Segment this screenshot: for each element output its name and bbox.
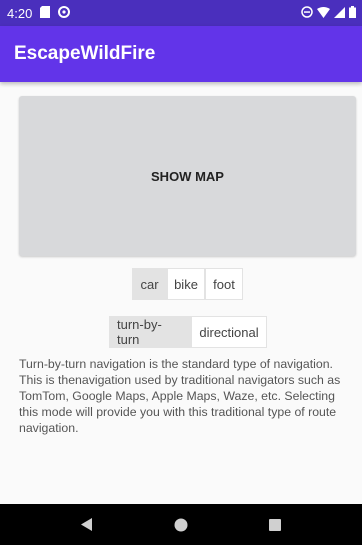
back-icon — [81, 518, 92, 531]
app-title: EscapeWildFire — [14, 43, 156, 64]
navigation-type-toggle: turn-by-turn directional — [109, 316, 267, 348]
do-not-disturb-icon — [301, 5, 313, 21]
battery-icon — [349, 5, 356, 21]
recents-icon — [269, 518, 281, 531]
status-bar: 4:20 — [0, 0, 362, 26]
directional-button[interactable]: directional — [191, 316, 267, 348]
show-map-button[interactable]: SHOW MAP — [19, 96, 356, 256]
wifi-icon — [317, 6, 330, 21]
recents-button[interactable] — [255, 510, 295, 540]
system-nav-bar — [0, 504, 362, 545]
status-left: 4:20 — [7, 5, 71, 21]
mode-car-button[interactable]: car — [132, 268, 167, 300]
mode-foot-button[interactable]: foot — [205, 268, 243, 300]
app-bar: EscapeWildFire — [0, 26, 362, 82]
turn-by-turn-button[interactable]: turn-by-turn — [109, 316, 191, 348]
transport-mode-toggle: car bike foot — [132, 268, 243, 300]
home-button[interactable] — [161, 510, 201, 540]
cell-signal-icon — [334, 6, 345, 21]
navigation-description: Turn-by-turn navigation is the standard … — [19, 357, 341, 435]
status-right — [301, 5, 356, 21]
target-icon — [58, 5, 71, 21]
status-time: 4:20 — [7, 5, 33, 21]
back-button[interactable] — [67, 510, 107, 540]
mode-bike-button[interactable]: bike — [167, 268, 205, 300]
sd-card-icon — [40, 5, 51, 21]
home-icon — [174, 518, 188, 531]
